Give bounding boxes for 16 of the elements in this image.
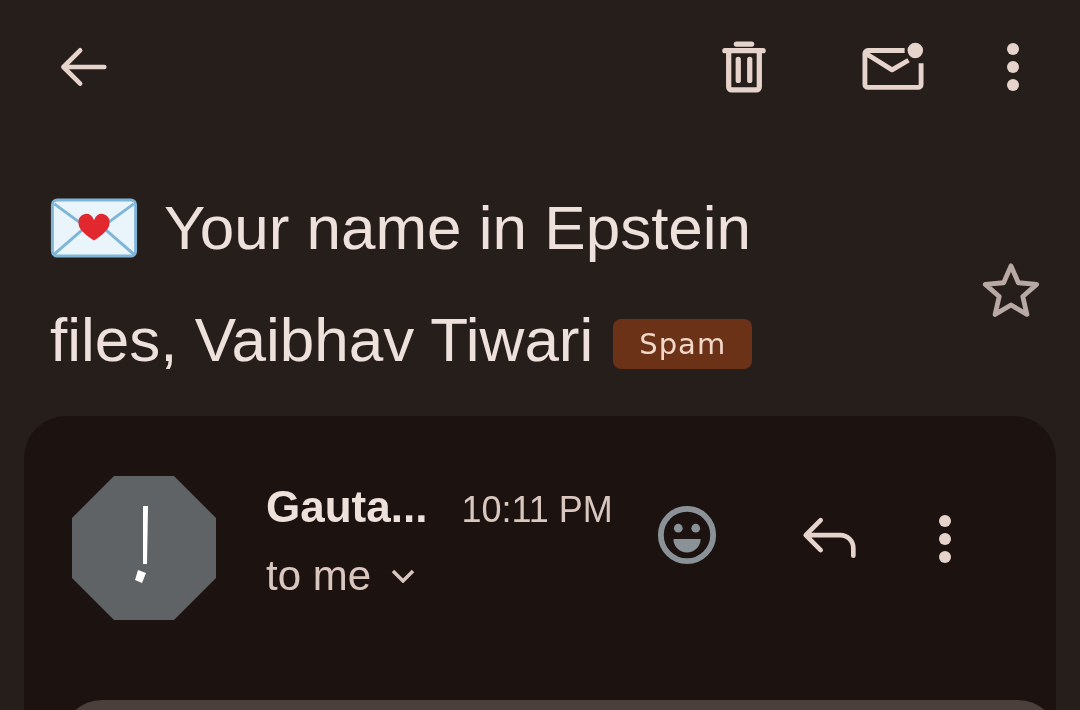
email-subject: files, Vaibhav Tiwari bbox=[50, 304, 594, 376]
emoji-reaction-icon[interactable] bbox=[656, 504, 718, 566]
recipient-toggle[interactable]: to me bbox=[266, 552, 416, 600]
reply-icon[interactable] bbox=[802, 516, 858, 558]
love-letter-icon bbox=[50, 198, 138, 258]
message-time: 10:11 PM bbox=[461, 489, 613, 531]
spam-warning-avatar-icon bbox=[72, 476, 216, 620]
email-subject: Your name in Epstein bbox=[164, 192, 752, 264]
trash-icon[interactable] bbox=[722, 41, 766, 93]
mail-with-dot-icon[interactable] bbox=[862, 41, 924, 93]
spam-label: Spam bbox=[613, 319, 753, 369]
chevron-down-icon bbox=[391, 569, 416, 583]
star-icon[interactable] bbox=[982, 262, 1040, 318]
sender-name[interactable]: Gauta... bbox=[266, 482, 428, 532]
more-options-icon[interactable] bbox=[1006, 42, 1020, 92]
more-options-icon[interactable] bbox=[938, 514, 952, 564]
